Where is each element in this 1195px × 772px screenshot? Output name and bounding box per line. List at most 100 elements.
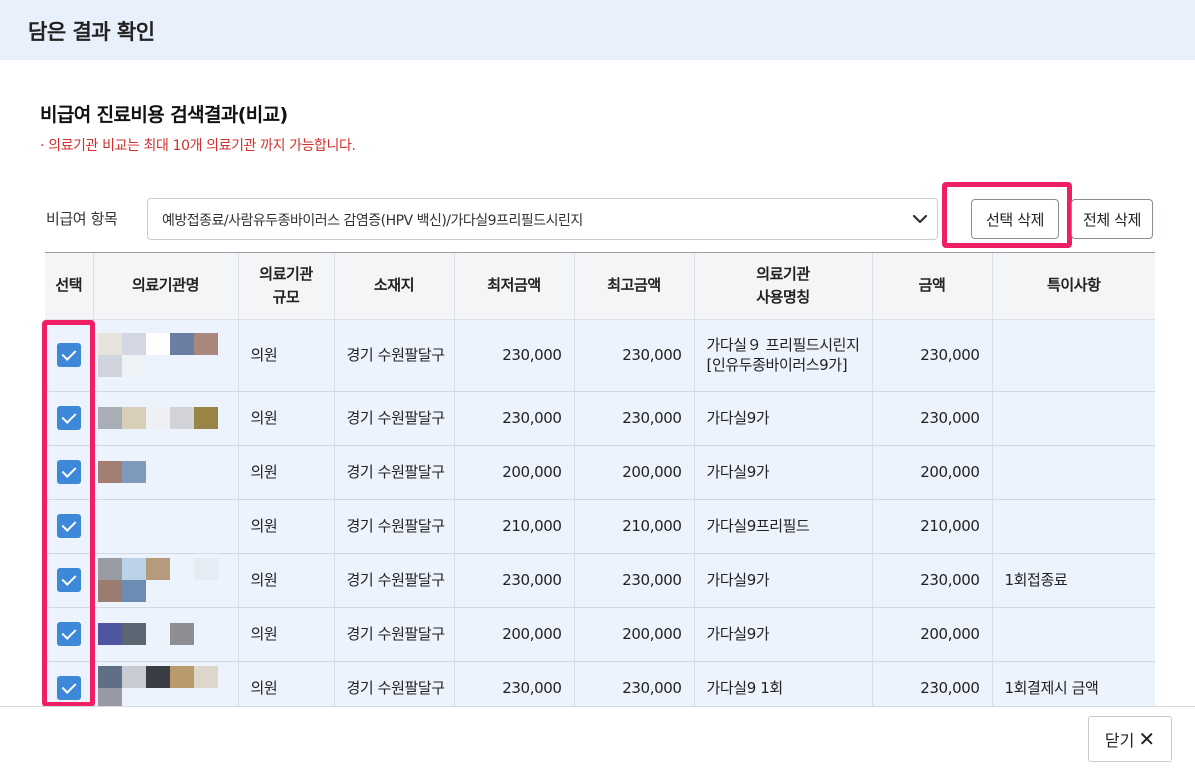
location-text: 경기 수원팔달구 bbox=[346, 571, 446, 589]
institution-name-cell[interactable] bbox=[93, 499, 239, 554]
min-price-cell: 200,000 bbox=[454, 607, 575, 662]
blurred-institution-name bbox=[97, 333, 223, 377]
item-select-value: 예방접종료/사람유두종바이러스 감염증(HPV 백신)/가다실9프리필드시린지 bbox=[162, 213, 583, 229]
column-header: 의료기관명 bbox=[93, 253, 239, 320]
blurred-institution-name bbox=[97, 407, 223, 429]
min-price-cell: 230,000 bbox=[454, 391, 575, 446]
location-cell: 경기 수원팔달구 bbox=[334, 661, 455, 707]
usage-name-cell: 가다실9프리필드 bbox=[694, 499, 873, 554]
max-price-cell: 230,000 bbox=[574, 553, 695, 608]
location-cell: 경기 수원팔달구 bbox=[334, 391, 455, 446]
scale-cell: 의원 bbox=[238, 499, 335, 554]
location-text: 경기 수원팔달구 bbox=[346, 409, 446, 427]
location-text: 경기 수원팔달구 bbox=[346, 346, 446, 364]
blurred-institution-name bbox=[97, 558, 223, 602]
scale-cell: 의원 bbox=[238, 319, 335, 392]
delete-selected-button[interactable]: 선택 삭제 bbox=[971, 199, 1059, 239]
min-price-cell: 200,000 bbox=[454, 445, 575, 500]
scale-cell: 의원 bbox=[238, 607, 335, 662]
usage-name-cell: 가다실9가 bbox=[694, 553, 873, 608]
location-cell: 경기 수원팔달구 bbox=[334, 445, 455, 500]
column-header: 최저금액 bbox=[454, 253, 575, 320]
footer-divider bbox=[0, 706, 1195, 707]
usage-name-cell: 가다실9가 bbox=[694, 445, 873, 500]
section-title: 비급여 진료비용 검색결과(비교) bbox=[40, 104, 288, 126]
column-header: 의료기관 사용명칭 bbox=[694, 253, 873, 320]
amount-cell: 230,000 bbox=[872, 553, 993, 608]
location-cell: 경기 수원팔달구 bbox=[334, 499, 455, 554]
max-price-cell: 200,000 bbox=[574, 607, 695, 662]
close-icon: ✕ bbox=[1138, 727, 1156, 751]
institution-name-cell[interactable] bbox=[93, 553, 239, 608]
institution-name-cell[interactable] bbox=[93, 319, 239, 392]
amount-cell: 200,000 bbox=[872, 607, 993, 662]
institution-name-cell[interactable] bbox=[93, 607, 239, 662]
column-header: 소재지 bbox=[334, 253, 455, 320]
results-table-container[interactable]: 선택 의료기관명 의료기관 규모 소재지 최저금액 최고금액 의료기관 사용명칭 금액 특이사항… bbox=[45, 252, 1155, 707]
table-row[interactable]: 의원 경기 수원팔달구 210,000 210,000 가다실9프리필드 210,000 bbox=[45, 499, 1155, 554]
usage-name-cell: 가다실9가 bbox=[694, 391, 873, 446]
scale-cell: 의원 bbox=[238, 391, 335, 446]
max-price-cell: 200,000 bbox=[574, 445, 695, 500]
amount-cell: 200,000 bbox=[872, 445, 993, 500]
table-row[interactable]: 의원 경기 수원팔달구 200,000 200,000 가다실9가 200,000 bbox=[45, 445, 1155, 500]
location-text: 경기 수원팔달구 bbox=[346, 625, 446, 643]
notice-text: · 의료기관 비교는 최대 10개 의료기관 까지 가능합니다. bbox=[40, 138, 356, 154]
column-header: 최고금액 bbox=[574, 253, 695, 320]
location-text: 경기 수원팔달구 bbox=[346, 463, 446, 481]
note-cell bbox=[992, 319, 1155, 392]
filter-label: 비급여 항목 bbox=[46, 210, 118, 228]
max-price-cell: 230,000 bbox=[574, 661, 695, 707]
column-header: 특이사항 bbox=[992, 253, 1155, 320]
amount-cell: 230,000 bbox=[872, 319, 993, 392]
chevron-down-icon bbox=[912, 214, 928, 224]
min-price-cell: 230,000 bbox=[454, 319, 575, 392]
blurred-institution-name bbox=[97, 623, 223, 645]
amount-cell: 230,000 bbox=[872, 391, 993, 446]
note-cell bbox=[992, 391, 1155, 446]
min-price-cell: 210,000 bbox=[454, 499, 575, 554]
table-row[interactable]: 의원 경기 수원팔달구 230,000 230,000 가다실9 1회 230,000 1회… bbox=[45, 661, 1155, 707]
usage-name-cell: 가다실９ 프리필드시린지[인유두종바이러스9가] bbox=[694, 319, 873, 392]
note-cell bbox=[992, 499, 1155, 554]
amount-cell: 210,000 bbox=[872, 499, 993, 554]
location-cell: 경기 수원팔달구 bbox=[334, 553, 455, 608]
institution-name-cell[interactable] bbox=[93, 445, 239, 500]
usage-name-cell: 가다실9 1회 bbox=[694, 661, 873, 707]
item-select[interactable]: 예방접종료/사람유두종바이러스 감염증(HPV 백신)/가다실9프리필드시린지 bbox=[147, 198, 938, 240]
min-price-cell: 230,000 bbox=[454, 553, 575, 608]
note-cell bbox=[992, 445, 1155, 500]
close-button-label: 닫기 bbox=[1104, 731, 1135, 750]
dialog-title: 담은 결과 확인 bbox=[28, 20, 155, 44]
table-row[interactable]: 의원 경기 수원팔달구 230,000 230,000 가다실９ 프리필드시린지[인유두… bbox=[45, 319, 1155, 392]
location-text: 경기 수원팔달구 bbox=[346, 679, 446, 697]
scale-cell: 의원 bbox=[238, 553, 335, 608]
column-header: 선택 bbox=[45, 253, 94, 320]
min-price-cell: 230,000 bbox=[454, 661, 575, 707]
note-cell: 1회접종료 bbox=[992, 553, 1155, 608]
column-header: 금액 bbox=[872, 253, 993, 320]
table-row[interactable]: 의원 경기 수원팔달구 230,000 230,000 가다실9가 230,000 1회접종… bbox=[45, 553, 1155, 608]
dialog-header: 담은 결과 확인 bbox=[0, 0, 1195, 60]
max-price-cell: 210,000 bbox=[574, 499, 695, 554]
note-cell bbox=[992, 607, 1155, 662]
blurred-institution-name bbox=[97, 666, 223, 707]
location-text: 경기 수원팔달구 bbox=[346, 517, 446, 535]
results-table: 선택 의료기관명 의료기관 규모 소재지 최저금액 최고금액 의료기관 사용명칭 금액 특이사항… bbox=[45, 253, 1155, 707]
close-button[interactable]: 닫기 ✕ bbox=[1088, 716, 1172, 762]
note-cell: 1회결제시 금액 bbox=[992, 661, 1155, 707]
location-cell: 경기 수원팔달구 bbox=[334, 607, 455, 662]
location-cell: 경기 수원팔달구 bbox=[334, 319, 455, 392]
institution-name-cell[interactable] bbox=[93, 391, 239, 446]
delete-all-button[interactable]: 전체 삭제 bbox=[1071, 199, 1153, 239]
scale-cell: 의원 bbox=[238, 661, 335, 707]
table-row[interactable]: 의원 경기 수원팔달구 200,000 200,000 가다실9가 200,000 bbox=[45, 607, 1155, 662]
usage-name-cell: 가다실9가 bbox=[694, 607, 873, 662]
institution-name-cell[interactable] bbox=[93, 661, 239, 707]
column-header: 의료기관 규모 bbox=[238, 253, 335, 320]
table-header-row: 선택 의료기관명 의료기관 규모 소재지 최저금액 최고금액 의료기관 사용명칭 금액 특이사항 bbox=[45, 253, 1155, 320]
checkbox-column-highlight bbox=[42, 320, 95, 707]
blurred-institution-name bbox=[97, 461, 223, 483]
table-row[interactable]: 의원 경기 수원팔달구 230,000 230,000 가다실9가 230,000 bbox=[45, 391, 1155, 446]
scale-cell: 의원 bbox=[238, 445, 335, 500]
